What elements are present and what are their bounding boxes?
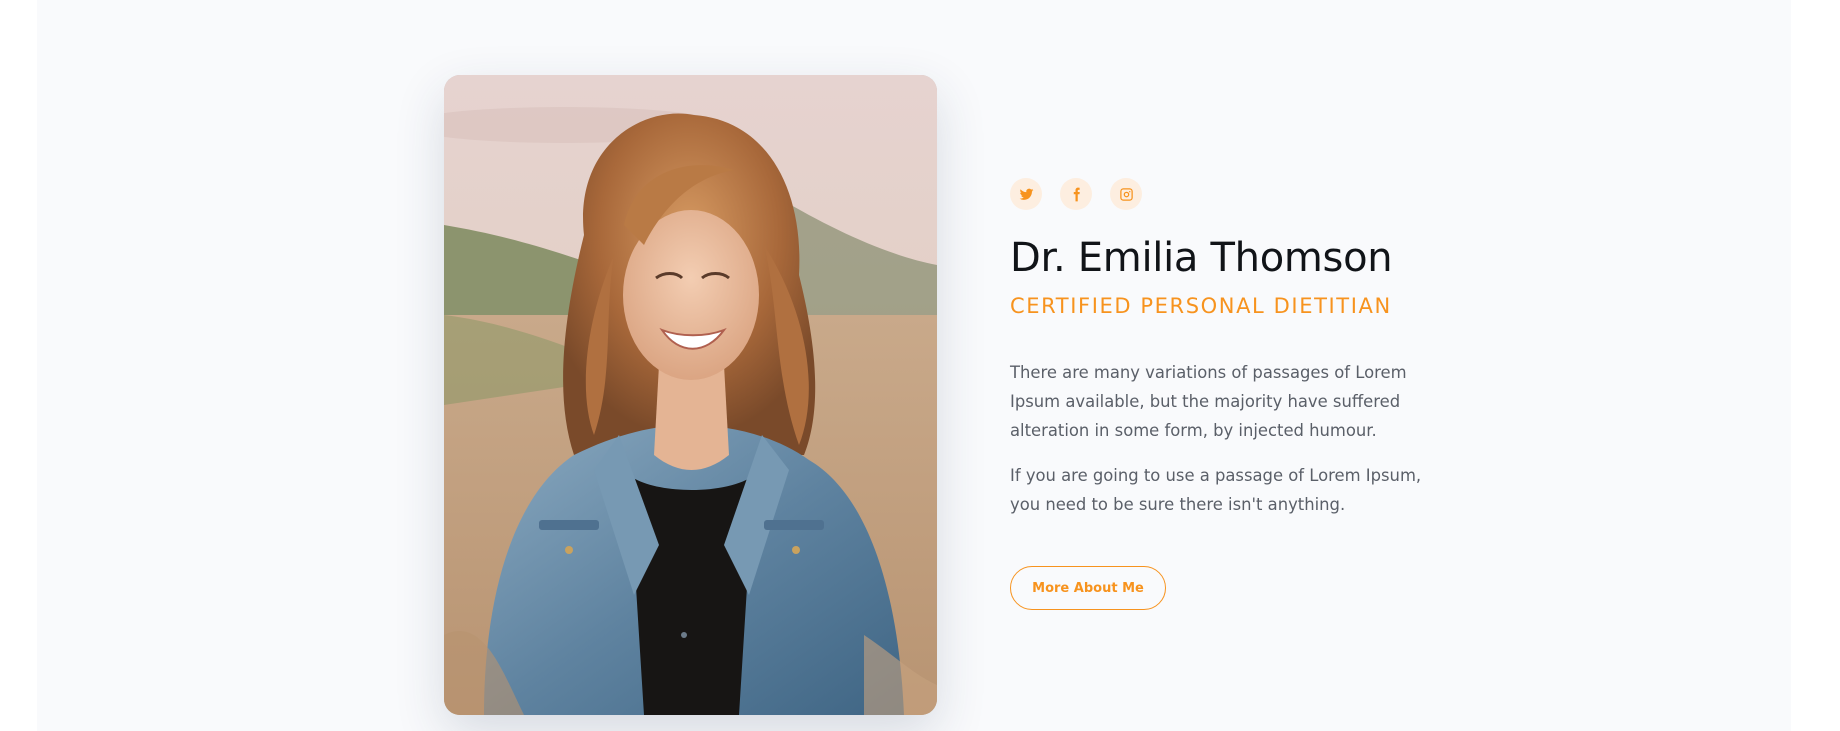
social-links	[1010, 178, 1480, 210]
portrait-image	[444, 75, 937, 715]
profile-name: Dr. Emilia Thomson	[1010, 235, 1393, 281]
instagram-icon	[1119, 187, 1133, 201]
facebook-icon	[1073, 187, 1080, 201]
profile-role: CERTIFIED PERSONAL DIETITIAN	[1010, 294, 1392, 318]
profile-info: Dr. Emilia Thomson CERTIFIED PERSONAL DI…	[1010, 178, 1480, 610]
instagram-link[interactable]	[1110, 178, 1142, 210]
facebook-link[interactable]	[1060, 178, 1092, 210]
bio-paragraph-2: If you are going to use a passage of Lor…	[1010, 466, 1422, 514]
more-about-me-button[interactable]: More About Me	[1010, 566, 1166, 610]
about-section: Dr. Emilia Thomson CERTIFIED PERSONAL DI…	[37, 0, 1791, 731]
bio-paragraph-1: There are many variations of passages of…	[1010, 363, 1407, 440]
twitter-icon	[1019, 188, 1033, 200]
twitter-link[interactable]	[1010, 178, 1042, 210]
profile-photo	[444, 75, 937, 715]
